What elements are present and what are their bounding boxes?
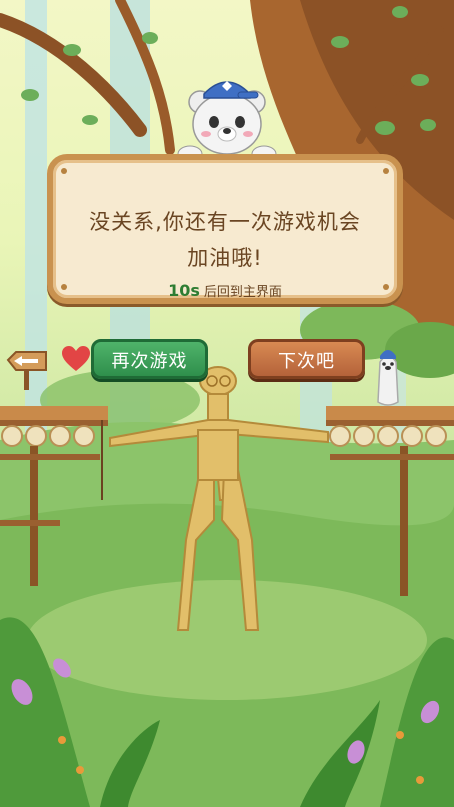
- countdown-label: 后回到主界面: [203, 285, 282, 300]
- countdown-number: 10s: [168, 281, 200, 300]
- heart-icon: [62, 346, 90, 371]
- dialog-message-line1: 没关系,你还有一次游戏机会: [89, 210, 361, 234]
- game-scene: 没关系,你还有一次游戏机会 加油哦! 10s 后回到主界面 再次游戏 下次吧: [0, 0, 454, 807]
- bear-mascot-icon: [177, 81, 277, 162]
- retry-button[interactable]: 再次游戏: [91, 339, 208, 379]
- dialog-bolt: [61, 168, 67, 174]
- countdown-text: 10s 后回到主界面: [53, 281, 397, 300]
- dialog-message-line2: 加油哦!: [187, 246, 263, 270]
- dialog-bolt: [383, 168, 389, 174]
- seal-mascot-icon: [377, 350, 399, 406]
- back-arrow-sign-icon[interactable]: [6, 350, 48, 390]
- result-dialog: 没关系,你还有一次游戏机会 加油哦! 10s 后回到主界面: [47, 154, 403, 304]
- later-button[interactable]: 下次吧: [248, 339, 365, 379]
